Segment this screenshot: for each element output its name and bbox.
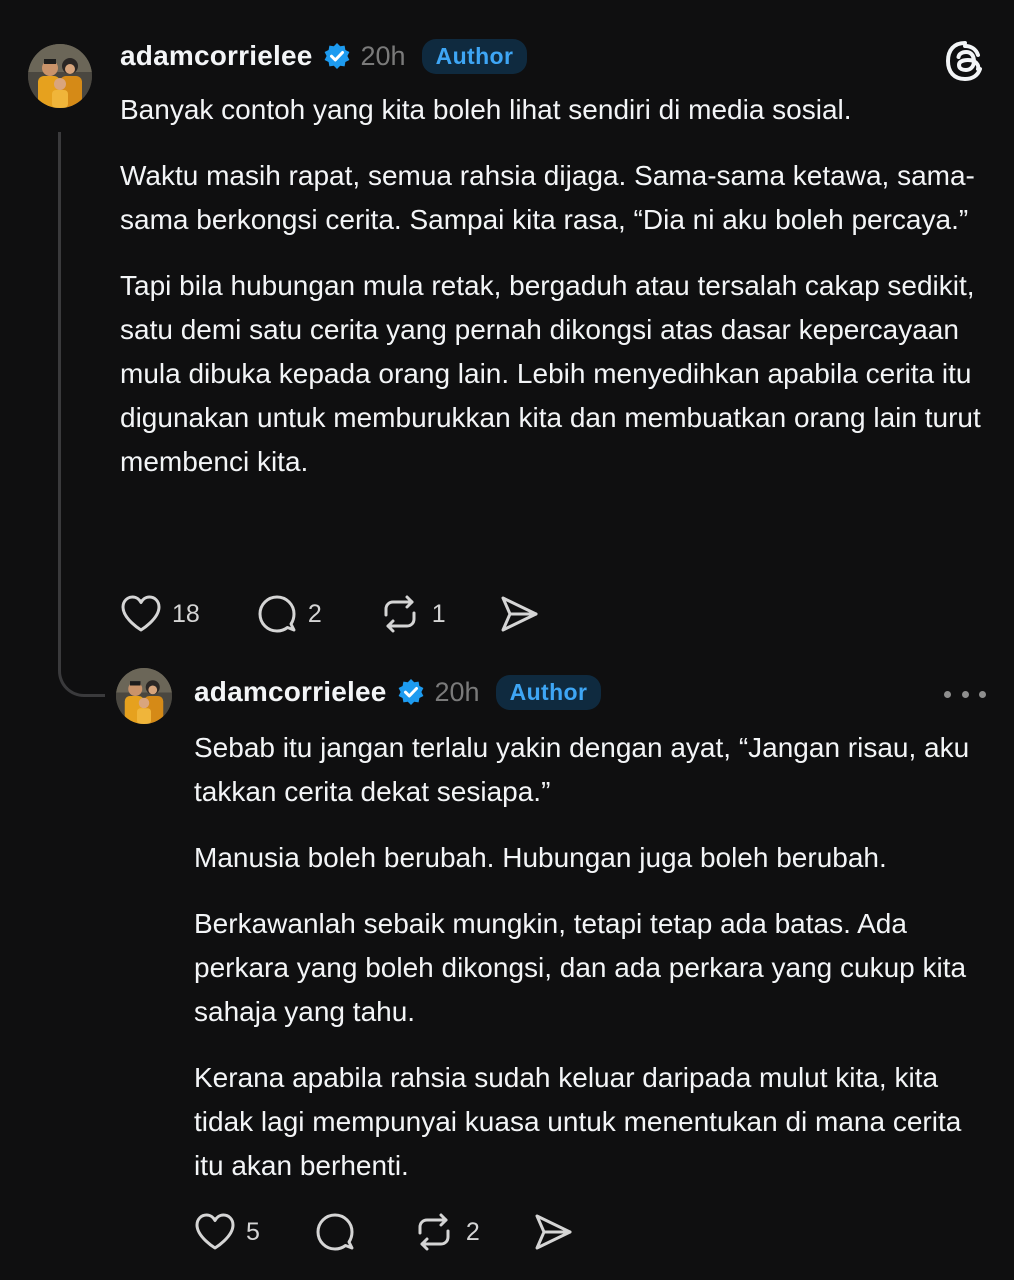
heart-icon xyxy=(194,1212,236,1252)
verified-badge-icon xyxy=(323,42,351,70)
dot xyxy=(961,690,969,698)
post-body: Sebab itu jangan terlalu yakin dengan ay… xyxy=(194,726,994,1210)
post-body: Banyak contoh yang kita boleh lihat send… xyxy=(120,88,990,506)
repost-count: 1 xyxy=(431,599,446,628)
share-button[interactable] xyxy=(498,594,540,634)
post-timestamp: 20h xyxy=(360,40,406,71)
thread-post-1: adamcorrielee 20h Author Banyak contoh y… xyxy=(0,0,1014,650)
comment-count: 2 xyxy=(307,599,322,628)
post-paragraph: Banyak contoh yang kita boleh lihat send… xyxy=(120,94,852,125)
send-icon xyxy=(498,594,540,634)
reply-button[interactable]: 2 xyxy=(256,593,322,635)
post-actions: 5 2 xyxy=(194,1210,574,1254)
post-header: adamcorrielee 20h Author xyxy=(194,672,602,712)
post-timestamp: 20h xyxy=(434,676,480,707)
comment-icon xyxy=(256,593,298,635)
post-paragraph: Tapi bila hubungan mula retak, bergaduh … xyxy=(120,270,981,477)
username[interactable]: adamcorrielee xyxy=(120,40,313,72)
dot xyxy=(979,690,986,698)
username[interactable]: adamcorrielee xyxy=(194,676,387,708)
like-count: 18 xyxy=(172,599,200,628)
more-horizontal-icon[interactable] xyxy=(944,680,986,708)
post-paragraph: Manusia boleh berubah. Hubungan juga bol… xyxy=(194,842,887,873)
author-badge: Author xyxy=(421,38,528,74)
post-paragraph: Waktu masih rapat, semua rahsia dijaga. … xyxy=(120,160,975,235)
reply-button[interactable] xyxy=(314,1211,356,1253)
post-header: adamcorrielee 20h Author xyxy=(120,36,528,76)
like-button[interactable]: 18 xyxy=(120,594,200,634)
repost-button[interactable]: 2 xyxy=(412,1211,480,1253)
dot xyxy=(944,690,951,698)
thread-post-2: adamcorrielee 20h Author Sebab itu janga… xyxy=(0,660,1014,1280)
post-paragraph: Berkawanlah sebaik mungkin, tetapi tetap… xyxy=(194,908,967,1027)
post-actions: 18 2 1 xyxy=(120,592,540,636)
send-icon xyxy=(532,1212,574,1252)
like-count: 5 xyxy=(246,1217,260,1246)
repost-icon xyxy=(378,593,422,635)
avatar[interactable] xyxy=(28,44,92,108)
comment-icon xyxy=(314,1211,356,1253)
post-paragraph: Kerana apabila rahsia sudah keluar darip… xyxy=(194,1062,962,1181)
verified-badge-icon xyxy=(397,678,425,706)
repost-button[interactable]: 1 xyxy=(378,593,446,635)
like-button[interactable]: 5 xyxy=(194,1212,260,1252)
post-paragraph: Sebab itu jangan terlalu yakin dengan ay… xyxy=(194,732,970,807)
author-badge: Author xyxy=(495,674,602,710)
avatar[interactable] xyxy=(116,668,172,724)
share-button[interactable] xyxy=(532,1212,574,1252)
repost-icon xyxy=(412,1211,456,1253)
heart-icon xyxy=(120,594,162,634)
repost-count: 2 xyxy=(465,1217,480,1246)
